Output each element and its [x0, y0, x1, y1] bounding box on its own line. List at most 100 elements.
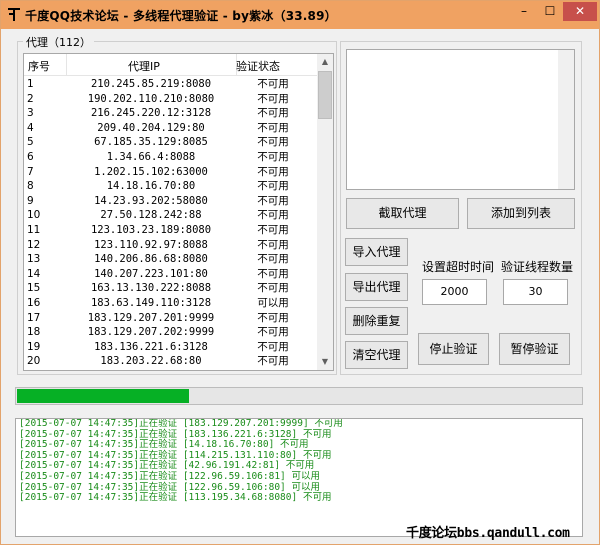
scroll-up-arrow-icon[interactable]: ▲ — [317, 54, 333, 70]
cell-index: 18 — [27, 326, 41, 339]
app-logo-icon — [8, 8, 20, 21]
cell-status: 不可用 — [257, 267, 289, 280]
textarea-scrollbar[interactable] — [558, 50, 574, 189]
table-row[interactable]: 7 1.202.15.102:63000 不可用 — [24, 165, 319, 180]
column-header-index[interactable]: 序号 — [28, 58, 50, 74]
table-row[interactable]: 2 190.202.110.210:8080 不可用 — [24, 92, 319, 107]
cell-status: 不可用 — [257, 194, 289, 207]
table-row[interactable]: 18 183.129.207.202:9999 不可用 — [24, 325, 319, 340]
threads-input[interactable]: 30 — [503, 279, 568, 305]
export-proxy-button[interactable]: 导出代理 — [345, 273, 408, 301]
table-row[interactable]: 8 14.18.16.70:80 不可用 — [24, 179, 319, 194]
scroll-down-arrow-icon[interactable]: ▼ — [317, 354, 333, 370]
remove-duplicates-button[interactable]: 删除重复 — [345, 307, 408, 335]
table-row[interactable]: 1 210.245.85.219:8080 不可用 — [24, 77, 319, 92]
cell-status: 不可用 — [257, 78, 289, 90]
cell-proxy-ip: 183.136.221.6:3128 — [94, 340, 208, 353]
table-row[interactable]: 19 183.136.221.6:3128 不可用 — [24, 340, 319, 355]
table-row[interactable]: 11 123.103.23.189:8080 不可用 — [24, 223, 319, 238]
cell-index: 6 — [27, 150, 34, 163]
table-scrollbar[interactable]: ▲ ▼ — [317, 54, 333, 370]
cell-status: 不可用 — [257, 223, 289, 236]
clear-proxy-button[interactable]: 清空代理 — [345, 341, 408, 369]
column-header-status[interactable]: 验证状态 — [236, 58, 280, 74]
table-row[interactable]: 15 163.13.130.222:8088 不可用 — [24, 281, 319, 296]
extract-proxy-button[interactable]: 截取代理 — [346, 198, 459, 229]
cell-status: 不可用 — [257, 340, 289, 353]
cell-index: 1 — [27, 78, 34, 90]
table-row[interactable]: 20 183.203.22.68:80 不可用 — [24, 354, 319, 369]
table-row[interactable]: 6 1.34.66.4:8088 不可用 — [24, 150, 319, 165]
proxy-table[interactable]: 序号 代理IP 验证状态 1 210.245.85.219:8080 不可用 2 190… — [23, 53, 334, 371]
cell-status: 不可用 — [257, 209, 289, 222]
cell-status: 不可用 — [257, 282, 289, 295]
title-bar[interactable]: 千度QQ技术论坛 - 多线程代理验证 - by紫冰（33.89） – ☐ ✕ — [1, 1, 599, 29]
table-header: 序号 代理IP 验证状态 — [24, 54, 319, 76]
cell-status: 不可用 — [257, 121, 289, 134]
cell-index: 17 — [27, 311, 41, 324]
verify-progress-bar — [15, 387, 583, 405]
log-line: [2015-07-07 14:47:35]正在验证 [183.129.207.2… — [19, 418, 343, 429]
threads-label: 验证线程数量 — [501, 260, 574, 274]
table-row[interactable]: 13 140.206.86.68:8080 不可用 — [24, 252, 319, 267]
maximize-button[interactable]: ☐ — [537, 2, 563, 21]
column-header-ip[interactable]: 代理IP — [128, 58, 160, 74]
cell-proxy-ip: 14.23.93.202:58080 — [94, 194, 208, 207]
cell-status: 不可用 — [257, 355, 289, 368]
close-button[interactable]: ✕ — [563, 2, 597, 21]
cell-status: 不可用 — [257, 165, 289, 178]
cell-index: 9 — [27, 194, 34, 207]
minimize-button[interactable]: – — [511, 2, 537, 21]
stop-verify-button[interactable]: 停止验证 — [418, 333, 489, 365]
table-row[interactable]: 9 14.23.93.202:58080 不可用 — [24, 194, 319, 209]
timeout-input[interactable]: 2000 — [422, 279, 487, 305]
cell-index: 10 — [27, 209, 41, 222]
cell-proxy-ip: 123.103.23.189:8080 — [90, 223, 212, 236]
cell-index: 12 — [27, 238, 41, 251]
scrollbar-thumb[interactable] — [318, 71, 332, 119]
log-line: [2015-07-07 14:47:35]正在验证 [122.96.59.106… — [19, 470, 320, 482]
table-row[interactable]: 5 67.185.35.129:8085 不可用 — [24, 135, 319, 150]
table-row[interactable]: 10 27.50.128.242:88 不可用 — [24, 208, 319, 223]
cell-proxy-ip: 183.129.207.202:9999 — [87, 326, 215, 339]
table-row[interactable]: 3 216.245.220.12:3128 不可用 — [24, 106, 319, 121]
cell-proxy-ip: 183.203.22.68:80 — [100, 355, 202, 368]
cell-status: 不可用 — [257, 326, 289, 339]
table-body: 1 210.245.85.219:8080 不可用 2 190.202.110.210:… — [24, 77, 319, 369]
table-row[interactable]: 14 140.207.223.101:80 不可用 — [24, 267, 319, 282]
table-row[interactable]: 17 183.129.207.201:9999 不可用 — [24, 311, 319, 326]
main-window: 千度QQ技术论坛 - 多线程代理验证 - by紫冰（33.89） – ☐ ✕ 代… — [0, 0, 600, 545]
cell-proxy-ip: 140.207.223.101:80 — [94, 267, 208, 280]
proxy-group-legend: 代理（112） — [23, 34, 94, 50]
cell-proxy-ip: 67.185.35.129:8085 — [94, 136, 208, 149]
cell-index: 8 — [27, 180, 34, 193]
proxy-input-textarea[interactable] — [346, 49, 575, 190]
cell-proxy-ip: 183.63.149.110:3128 — [90, 296, 212, 309]
cell-status: 不可用 — [257, 150, 289, 163]
cell-status: 不可用 — [257, 92, 289, 105]
log-line: [2015-07-07 14:47:35]正在验证 [113.195.34.68… — [19, 492, 332, 504]
cell-index: 3 — [27, 107, 34, 120]
cell-proxy-ip: 216.245.220.12:3128 — [90, 107, 212, 120]
cell-proxy-ip: 190.202.110.210:8080 — [87, 92, 215, 105]
cell-index: 20 — [27, 355, 41, 368]
import-proxy-button[interactable]: 导入代理 — [345, 238, 408, 266]
table-row[interactable]: 16 183.63.149.110:3128 可以用 — [24, 296, 319, 311]
cell-proxy-ip: 27.50.128.242:88 — [100, 209, 202, 222]
cell-index: 11 — [27, 223, 41, 236]
table-row[interactable]: 12 123.110.92.97:8088 不可用 — [24, 238, 319, 253]
cell-proxy-ip: 140.206.86.68:8080 — [94, 253, 208, 266]
timeout-label: 设置超时时间 — [422, 260, 495, 274]
cell-index: 15 — [27, 282, 41, 295]
pause-verify-button[interactable]: 暂停验证 — [499, 333, 570, 365]
cell-proxy-ip: 163.13.130.222:8088 — [90, 282, 212, 295]
log-output[interactable]: [2015-07-07 14:47:35]正在验证 [183.129.207.2… — [15, 418, 583, 537]
cell-status: 不可用 — [257, 238, 289, 251]
cell-index: 14 — [27, 267, 41, 280]
add-to-list-button[interactable]: 添加到列表 — [467, 198, 575, 229]
cell-index: 2 — [27, 92, 34, 105]
table-row[interactable]: 4 209.40.204.129:80 不可用 — [24, 121, 319, 136]
cell-proxy-ip: 14.18.16.70:80 — [106, 180, 196, 193]
cell-status: 不可用 — [257, 180, 289, 193]
column-divider[interactable] — [66, 54, 67, 76]
